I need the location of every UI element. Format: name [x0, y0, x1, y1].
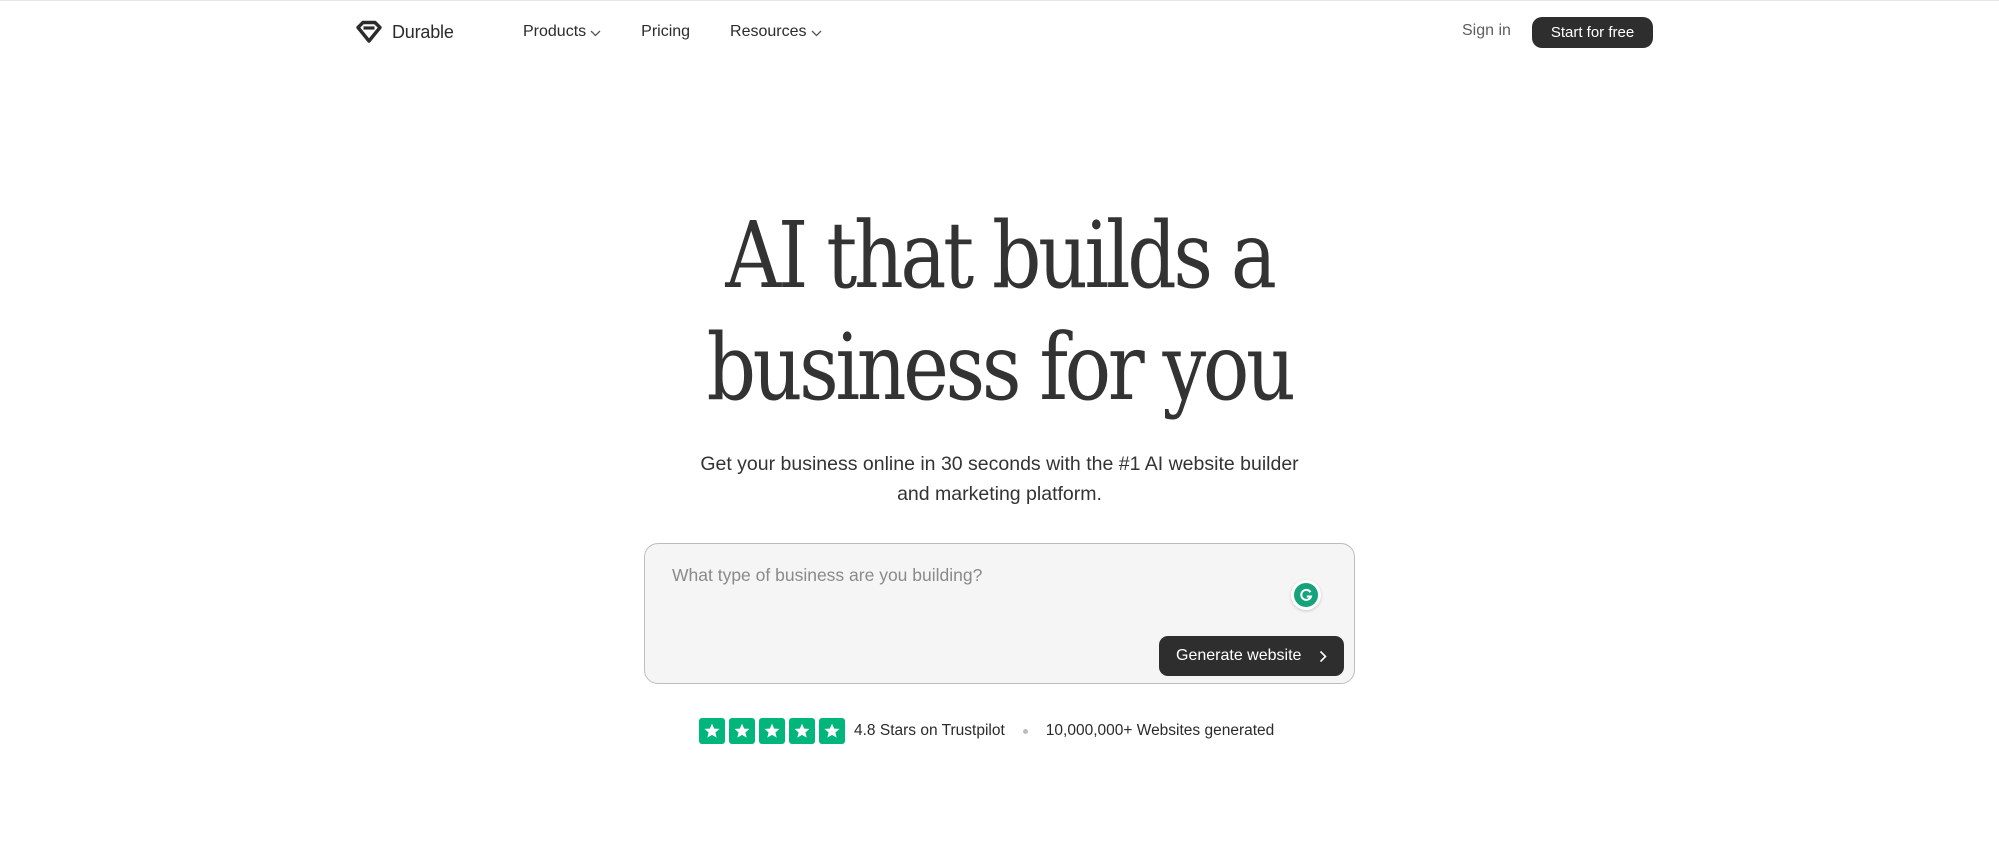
websites-generated-count: 10,000,000+ Websites generated: [1045, 722, 1275, 739]
hero-title: AI that builds a business for you: [160, 200, 1839, 424]
nav-item-label: Resources: [730, 23, 807, 40]
trustpilot-stars: [699, 718, 845, 744]
star-icon: [699, 718, 725, 744]
nav-item-pricing[interactable]: Pricing: [641, 23, 690, 41]
chevron-right-icon: [1320, 650, 1328, 662]
start-for-free-button[interactable]: Start for free: [1532, 17, 1653, 48]
brand-logo-link[interactable]: Durable: [355, 19, 454, 45]
top-navigation: Durable Products Pricing Resources Sign …: [0, 0, 1999, 64]
generate-website-label: Generate website: [1176, 647, 1302, 664]
chevron-down-icon: [590, 30, 601, 36]
chevron-down-icon: [811, 30, 821, 36]
star-icon: [729, 718, 755, 744]
business-type-input[interactable]: [672, 562, 1232, 588]
star-icon: [819, 718, 845, 744]
nav-item-label: Pricing: [641, 23, 691, 40]
durable-logo-icon: [356, 20, 382, 43]
generate-website-button[interactable]: Generate website: [1159, 636, 1344, 676]
nav-item-label: Products: [523, 23, 587, 40]
grammarly-button[interactable]: [1291, 580, 1321, 610]
grammarly-icon: [1294, 583, 1318, 607]
business-prompt-box: Generate website: [644, 543, 1355, 684]
nav-links: Products Pricing Resources: [523, 20, 822, 44]
trustpilot-rating: 4.8 Stars on Trustpilot: [854, 722, 1005, 739]
sign-in-link[interactable]: Sign in: [1462, 22, 1511, 40]
separator-dot: [1022, 728, 1028, 734]
nav-item-products[interactable]: Products: [523, 23, 601, 41]
hero-title-line-1: AI that builds a: [725, 202, 1276, 309]
nav-item-resources[interactable]: Resources: [730, 23, 821, 41]
star-icon: [759, 718, 785, 744]
brand-name: Durable: [392, 21, 454, 42]
star-icon: [789, 718, 815, 744]
hero-subtitle: Get your business online in 30 seconds w…: [700, 453, 1299, 505]
hero-title-line-2: business for you: [706, 314, 1296, 421]
social-proof: 4.8 Stars on Trustpilot 10,000,000+ Webs…: [699, 718, 1274, 744]
